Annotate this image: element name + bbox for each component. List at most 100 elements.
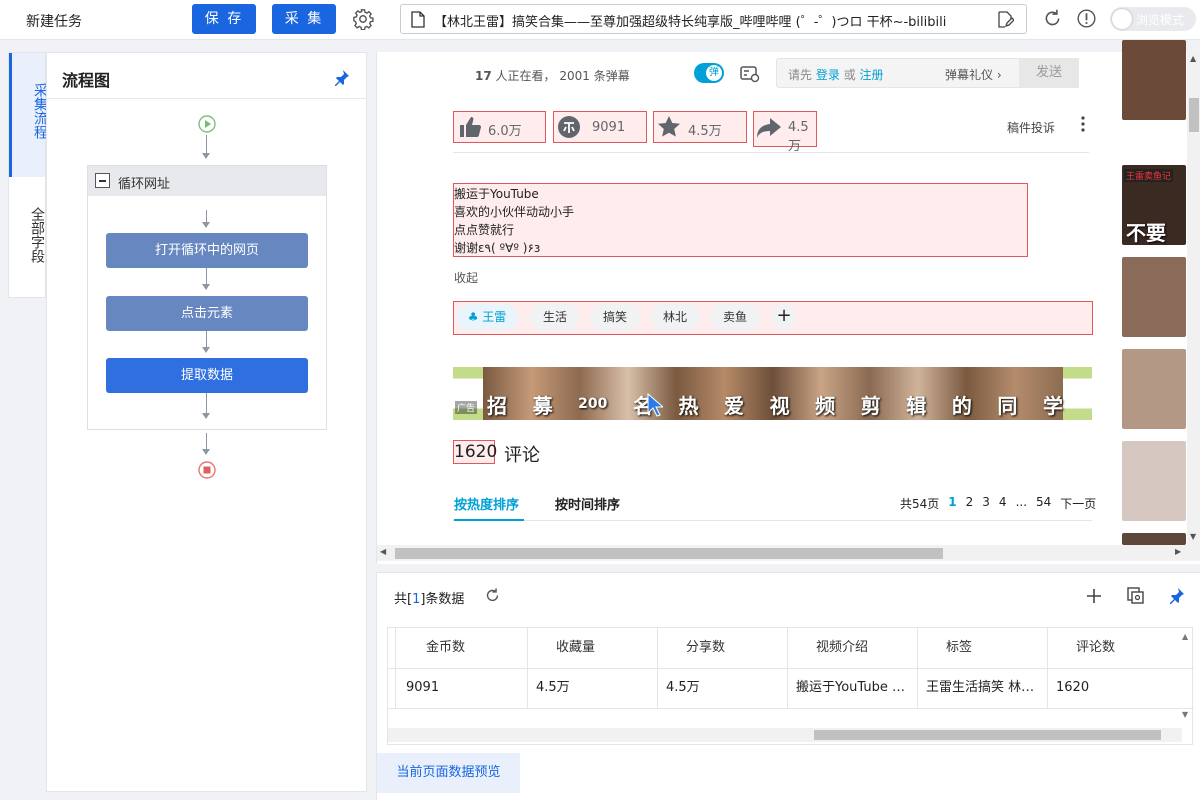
end-icon[interactable] [198,461,216,483]
sort-hot-tab[interactable]: 按热度排序 [454,494,519,513]
sort-time-tab[interactable]: 按时间排序 [555,494,620,513]
tag-linbei[interactable]: 林北 [650,304,700,330]
table-horizontal-scrollbar[interactable] [388,728,1182,742]
node-open-loop-page[interactable]: 打开循环中的网页 [106,233,308,268]
column-separator[interactable] [657,628,658,708]
gear-icon[interactable] [352,8,374,31]
data-count: 共[1]条数据 [394,588,464,607]
related-video-thumb[interactable] [1122,349,1186,429]
count-prefix: 共[ [394,592,413,607]
column-separator[interactable] [917,628,918,708]
horizontal-scrollbar[interactable]: ◀ ▶ [377,545,1200,561]
table-cell[interactable]: 4.5万 [536,668,651,708]
url-bar[interactable]: 【林北王雷】搞笑合集——至尊加强超级特长纯享版_哔哩哔哩 (゜-゜)つロ 干杯~… [400,4,1027,34]
page-link[interactable]: 3 [982,495,990,512]
tag-funny[interactable]: 搞笑 [590,304,640,330]
related-video-thumb[interactable] [1122,441,1186,521]
danmaku-etiquette-link[interactable]: 弹幕礼仪 › [945,66,1002,83]
tag-life[interactable]: 生活 [530,304,580,330]
send-button[interactable]: 发送 [1019,58,1079,88]
node-extract-data[interactable]: 提取数据 [106,358,308,393]
login-link[interactable]: 登录 [816,68,840,82]
tab-current-page-preview[interactable]: 当前页面数据预览 [377,753,520,793]
tag-sellfish[interactable]: 卖鱼 [710,304,760,330]
edit-url-icon[interactable] [998,11,1015,32]
comment-label: 评论 [504,445,540,466]
table-cell[interactable]: 4.5万 [666,668,781,708]
column-separator[interactable] [787,628,788,708]
copy-settings-icon[interactable] [1127,587,1144,604]
page-link[interactable]: 54 [1036,495,1051,512]
mouse-cursor-icon [647,393,663,417]
table-cell[interactable]: 搬运于YouTube 喜欢的小伙伴... [796,668,914,708]
table-scroll-thumb[interactable] [814,730,1161,740]
like-stat[interactable]: 6.0万 [453,111,546,143]
collect-button[interactable]: 采 集 [272,4,336,34]
favorite-stat[interactable]: 4.5万 [653,111,747,143]
column-header[interactable]: 分享数 [686,628,725,668]
video-description[interactable]: 搬运于YouTube 喜欢的小伙伴动动小手 点点赞就行 谢谢ε٩( º∀º )۶… [453,183,1028,257]
info-icon[interactable] [1076,8,1097,33]
collapse-link[interactable]: 收起 [454,269,478,286]
danmaku-settings-icon[interactable] [740,65,760,87]
related-video-thumb[interactable] [1122,40,1186,120]
column-separator[interactable] [1047,628,1048,708]
refresh-icon[interactable] [1042,8,1063,33]
node-click-element[interactable]: 点击元素 [106,296,308,331]
scroll-down-icon[interactable]: ▼ [1190,532,1196,541]
connector-arrow [202,284,210,290]
page-link[interactable]: 4 [999,495,1007,512]
page-viewport[interactable]: 17 人正在看， 2001 条弹幕 弹 请先 登录 或 注册 弹幕礼仪 › 发送… [376,40,1200,564]
add-tag-icon[interactable]: + [771,304,797,330]
column-header[interactable]: 金币数 [426,628,465,668]
vertical-scroll-thumb[interactable] [1189,98,1199,132]
table-vertical-scrollbar[interactable]: ▲ ▼ [1180,628,1192,726]
column-header[interactable]: 评论数 [1076,628,1115,668]
scroll-up-icon[interactable]: ▲ [1182,632,1188,641]
collapse-icon[interactable] [95,173,110,188]
start-icon[interactable] [198,115,216,137]
scroll-down-icon[interactable]: ▼ [1182,710,1188,719]
scroll-left-icon[interactable]: ◀ [380,547,386,556]
loop-header[interactable]: 循环网址 [88,166,326,196]
related-video-thumb[interactable] [1122,533,1186,545]
horizontal-scroll-thumb[interactable] [395,548,943,559]
column-header[interactable]: 视频介绍 [816,628,868,668]
vertical-scrollbar[interactable]: ▲ ▼ [1187,52,1200,545]
table-cell[interactable]: 1620 [1056,668,1156,708]
tab-collect-flow[interactable]: 采集流程 [9,53,48,177]
related-video-thumb[interactable] [1122,257,1186,337]
comment-count[interactable]: 1620 [453,440,497,464]
more-icon[interactable] [1081,116,1085,136]
pin-icon[interactable] [1169,587,1185,605]
share-stat[interactable]: 4.5万 [753,111,817,154]
add-field-icon[interactable] [1086,588,1102,604]
browse-mode-toggle[interactable]: 浏览模式 [1110,7,1196,31]
danmaku-toggle[interactable]: 弹 [694,63,724,83]
register-link[interactable]: 注册 [860,68,884,82]
save-button[interactable]: 保 存 [192,4,256,34]
tab-all-fields[interactable]: 全部字段 [9,177,45,297]
page-link[interactable]: 1 [948,495,956,512]
table-cell[interactable]: 王雷生活搞笑 林北卖鱼 [926,668,1041,708]
scroll-up-icon[interactable]: ▲ [1190,54,1196,63]
report-link[interactable]: 稿件投诉 [1007,119,1055,136]
table-cell[interactable]: 9091 [406,668,521,708]
next-page-link[interactable]: 下一页 [1060,495,1096,512]
page-link[interactable]: 2 [966,495,974,512]
login-prompt: 请先 登录 或 注册 [788,66,884,83]
danmaku-input[interactable]: 请先 登录 或 注册 弹幕礼仪 › 发送 [776,58,1079,88]
description-line: 搬运于YouTube [454,187,539,201]
ad-banner[interactable]: 广告 招 募 200 名 热 爱 视 频 剪 辑 的 同 学 [453,367,1092,420]
scroll-right-icon[interactable]: ▶ [1175,547,1181,556]
connector-arrow [202,222,210,228]
coin-stat[interactable]: 9091 [553,111,647,143]
pin-icon[interactable] [334,69,350,91]
column-header[interactable]: 收藏量 [556,628,595,668]
refresh-data-icon[interactable] [484,587,501,604]
tag-wanglei[interactable]: ♣ 王雷 [456,304,518,330]
loop-container[interactable]: 循环网址 打开循环中的网页 点击元素 提取数据 [87,165,327,430]
column-header[interactable]: 标签 [946,628,972,668]
related-video-thumb[interactable]: 王雷卖鱼记 不要 [1122,165,1186,245]
column-separator[interactable] [527,628,528,708]
